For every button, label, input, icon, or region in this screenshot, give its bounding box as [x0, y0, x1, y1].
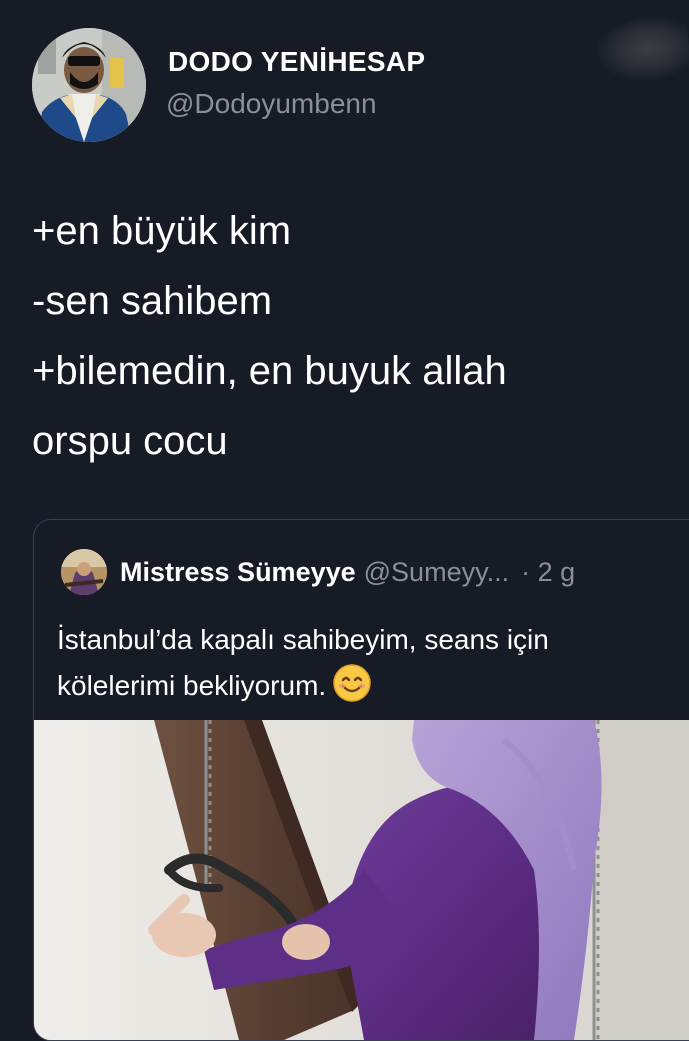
tweet-line: orspu cocu: [32, 419, 228, 463]
quoted-tweet-card[interactable]: Mistress Sümeyye @Sumeyy... · 2 g İstanbul…: [33, 519, 689, 1041]
author-handle[interactable]: @Dodoyumbenn: [166, 88, 377, 120]
quoted-author-display-name[interactable]: Mistress Sümeyye: [120, 557, 356, 587]
quoted-tweet-line: kölelerimi bekliyorum.: [57, 663, 687, 709]
quoted-tweet-line-text: kölelerimi bekliyorum.: [57, 670, 327, 701]
quoted-tweet-line: İstanbul’da kapalı sahibeyim, seans için: [57, 624, 549, 655]
redaction-smudge: [595, 13, 689, 85]
tweet-line: -sen sahibem: [32, 279, 273, 323]
quoted-author-handle[interactable]: @Sumeyy...: [364, 557, 509, 587]
tweet-body: +en büyük kim -sen sahibem +bilemedin, e…: [32, 196, 672, 476]
quoted-tweet-header: Mistress Sümeyye @Sumeyy... · 2 g: [120, 557, 575, 588]
tweet-line: +bilemedin, en buyuk allah: [32, 349, 507, 393]
smiling-face-emoji-icon: [332, 663, 372, 703]
author-display-name[interactable]: DODO YENİHESAP: [168, 46, 425, 78]
quoted-tweet-body: İstanbul’da kapalı sahibeyim, seans için…: [57, 617, 687, 709]
tweet-line: +en büyük kim: [32, 209, 292, 253]
quoted-author-avatar[interactable]: [61, 549, 107, 595]
quoted-tweet-photo[interactable]: [34, 720, 689, 1040]
quoted-tweet-timestamp[interactable]: · 2 g: [521, 557, 575, 587]
author-avatar[interactable]: [32, 28, 146, 142]
